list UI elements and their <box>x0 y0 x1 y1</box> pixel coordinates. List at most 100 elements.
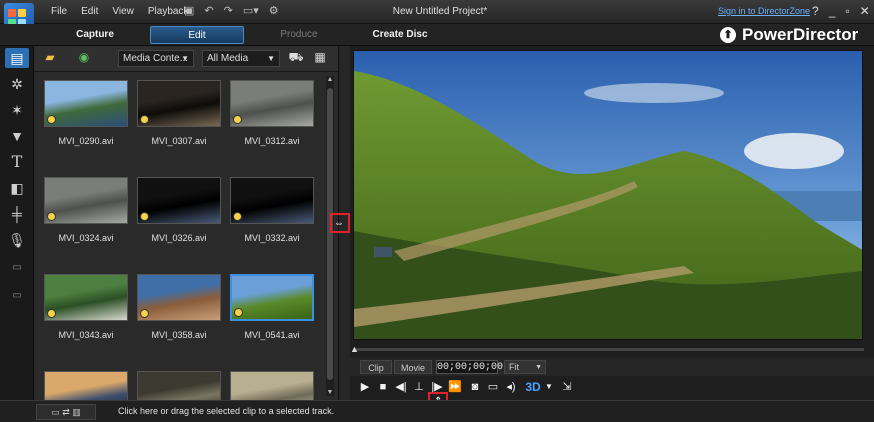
transition-icon[interactable]: ◧ <box>5 178 29 198</box>
redo-icon[interactable]: ↷ <box>224 4 233 17</box>
maximize-button[interactable]: ▫ <box>845 4 849 18</box>
clip-thumbnail[interactable] <box>230 371 314 400</box>
library-clip[interactable]: MVI_0290.avi <box>42 74 130 146</box>
timeline-storyboard-switch[interactable]: ▭ ⇄ ▥ <box>36 404 96 420</box>
clip-filename: MVI_0290.avi <box>58 136 114 146</box>
library-clip[interactable]: MVI_0541.avi <box>228 268 316 340</box>
view-grid-icon[interactable]: ▦ <box>310 50 330 66</box>
media-room-icon[interactable]: ▤ <box>5 48 29 68</box>
resolution-icon[interactable]: ▭▾ <box>243 4 259 17</box>
pip-objects-icon[interactable]: ✶ <box>5 100 29 120</box>
clip-thumbnail[interactable] <box>137 371 221 400</box>
chapter-icon[interactable]: ▭ <box>5 258 29 278</box>
split-clip-icon[interactable]: ⊥ <box>412 380 426 394</box>
volume-icon[interactable]: ◂) <box>504 380 518 394</box>
scroll-up-icon[interactable]: ▲ <box>326 76 334 83</box>
snapshot-camera-icon[interactable]: ◙ <box>468 380 482 394</box>
clip-thumbnail[interactable] <box>44 177 128 224</box>
media-type-badge-icon <box>47 115 56 124</box>
window-controls: ? _ ▫ ✕ <box>812 4 870 18</box>
sign-in-link[interactable]: Sign in to DirectorZone <box>718 6 810 16</box>
clip-filename: MVI_0332.avi <box>244 233 300 243</box>
horizontal-resize-icon[interactable]: ⇔ <box>334 218 344 229</box>
library-clip[interactable]: MVI_0326.avi <box>135 171 223 243</box>
clip-thumbnail[interactable] <box>44 371 128 400</box>
clip-thumbnail[interactable] <box>137 177 221 224</box>
scroll-down-icon[interactable]: ▼ <box>326 389 334 396</box>
clip-thumbnail[interactable] <box>230 177 314 224</box>
timecode-display[interactable]: 00;00;00;00 <box>436 360 503 374</box>
preview-frame-image <box>354 51 862 339</box>
movie-mode-button[interactable]: Movie <box>394 360 432 374</box>
fast-forward-icon[interactable]: ⏩ <box>448 380 462 394</box>
secondary-display-icon[interactable]: ▭ <box>486 380 500 394</box>
title-icon[interactable]: T <box>5 152 29 172</box>
scroll-thumb[interactable] <box>327 88 333 380</box>
library-clip[interactable]: MVI_0312.avi <box>228 74 316 146</box>
content-filter-select[interactable]: Media Conte... ▼ <box>118 50 194 67</box>
clip-filename: MVI_0358.avi <box>151 330 207 340</box>
plugin-icon[interactable]: ⛟ <box>286 50 306 66</box>
media-type-badge-icon <box>140 212 149 221</box>
tab-edit[interactable]: Edit <box>150 26 244 44</box>
library-clip[interactable]: MVI_0307.avi <box>135 74 223 146</box>
save-icon[interactable]: ▣ <box>184 4 194 17</box>
clip-thumbnail[interactable] <box>44 80 128 127</box>
clip-thumbnail[interactable] <box>137 80 221 127</box>
previous-frame-icon[interactable]: ◀| <box>394 380 408 394</box>
clip-thumbnail[interactable] <box>230 80 314 127</box>
library-clip[interactable]: MVI_0332.avi <box>228 171 316 243</box>
status-message: Click here or drag the selected clip to … <box>118 406 335 416</box>
minimize-button[interactable]: _ <box>829 4 836 18</box>
content-filter-value: Media Conte... <box>123 53 189 64</box>
audio-mixing-icon[interactable]: ╪ <box>5 204 29 224</box>
preview-viewer <box>353 50 863 340</box>
scrub-bar[interactable]: ▲ <box>350 344 874 354</box>
help-button[interactable]: ? <box>812 4 819 18</box>
library-scrollbar[interactable]: ▲ ▼ <box>326 76 334 396</box>
media-type-badge-icon <box>140 309 149 318</box>
3d-mode-button[interactable]: 3D <box>524 380 542 394</box>
media-type-badge-icon <box>47 212 56 221</box>
undock-preview-icon[interactable]: ⇲ <box>560 380 574 394</box>
download-media-icon[interactable]: ◉ <box>74 50 94 66</box>
title-bar: File Edit View Playback ▣ ↶ ↷ ▭▾ ⚙ New U… <box>0 0 874 24</box>
media-filter-select[interactable]: All Media ▼ <box>202 50 280 67</box>
effects-icon[interactable]: ✲ <box>5 74 29 94</box>
clip-thumbnail[interactable] <box>137 274 221 321</box>
import-folder-icon[interactable]: ▰ <box>40 50 60 66</box>
tab-capture[interactable]: Capture <box>50 26 140 44</box>
clip-thumbnail[interactable] <box>230 274 314 321</box>
undo-icon[interactable]: ↶ <box>204 4 213 17</box>
library-clip[interactable] <box>42 365 130 400</box>
stop-icon[interactable]: ■ <box>376 380 390 394</box>
library-clip[interactable]: MVI_0343.avi <box>42 268 130 340</box>
library-clip[interactable]: MVI_0324.avi <box>42 171 130 243</box>
media-library: ▰ ◉ Media Conte... ▼ All Media ▼ ⛟ ▦ MVI… <box>34 46 338 400</box>
voiceover-icon[interactable]: 🎙 <box>5 230 29 250</box>
menu-file[interactable]: File <box>44 6 74 17</box>
zoom-fit-select[interactable]: Fit ▼ <box>504 360 546 374</box>
upgrade-arrow-icon[interactable]: ⬆ <box>720 27 736 43</box>
tab-create-disc[interactable]: Create Disc <box>352 26 448 44</box>
scrub-track[interactable] <box>356 348 864 351</box>
library-clip[interactable]: MVI_0358.avi <box>135 268 223 340</box>
menu-edit[interactable]: Edit <box>74 6 105 17</box>
quick-toolbar: ▣ ↶ ↷ ▭▾ ⚙ <box>184 4 279 17</box>
media-type-badge-icon <box>234 308 243 317</box>
close-button[interactable]: ✕ <box>860 4 870 18</box>
clip-mode-button[interactable]: Clip <box>360 360 392 374</box>
library-clip[interactable] <box>228 365 316 400</box>
play-icon[interactable]: ▶ <box>358 380 372 394</box>
tab-produce[interactable]: Produce <box>254 26 344 44</box>
preview-mode-controls: Clip Movie 00;00;00;00 Fit ▼ <box>350 358 874 376</box>
menu-view[interactable]: View <box>105 6 141 17</box>
subtitle-icon[interactable]: ▭ <box>5 286 29 306</box>
playhead-icon[interactable]: ▲ <box>350 344 359 354</box>
library-clip[interactable] <box>135 365 223 400</box>
media-type-badge-icon <box>47 309 56 318</box>
clip-thumbnail[interactable] <box>44 274 128 321</box>
chevron-down-icon[interactable]: ▼ <box>542 380 556 394</box>
particle-icon[interactable]: ▼ <box>5 126 29 146</box>
settings-gear-icon[interactable]: ⚙ <box>269 4 279 17</box>
